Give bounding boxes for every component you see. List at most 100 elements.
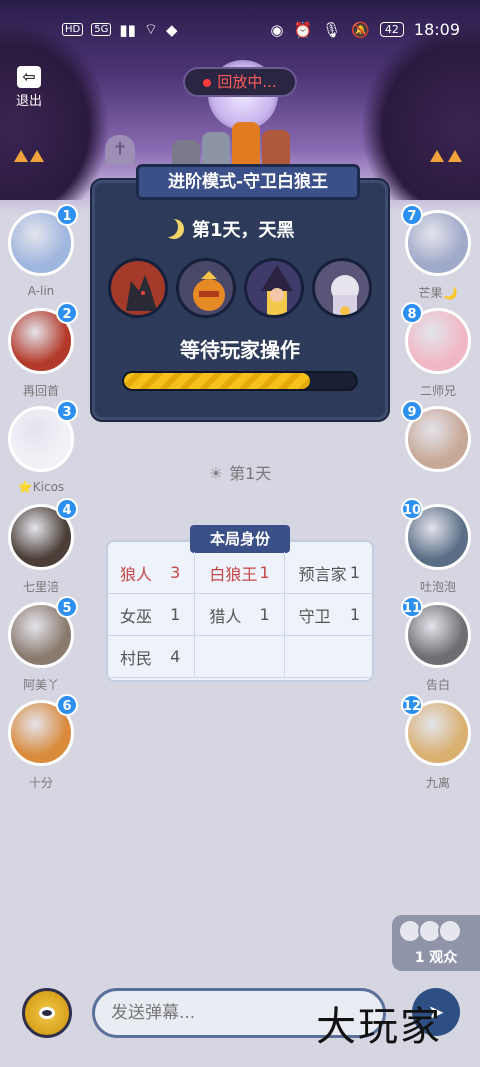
witch-portrait-icon	[244, 258, 304, 318]
pumpkin-icon	[30, 150, 44, 162]
seat-number-badge: 3	[56, 400, 78, 422]
player-seat[interactable]: 7 芒果🌙	[401, 204, 473, 301]
identity-cell: 白狼王 1	[195, 552, 285, 594]
hd-icon: HD	[62, 23, 84, 36]
player-name: 芒果🌙	[418, 286, 458, 300]
player-seat[interactable]: 10 吐泡泡	[401, 498, 473, 595]
identity-cell: 守卫 1	[284, 594, 374, 636]
role-count: 1	[349, 605, 360, 624]
hero-figure	[232, 122, 260, 170]
player-name: 十分	[28, 776, 53, 790]
player-seat[interactable]: 6 十分	[6, 694, 78, 791]
player-name: 再回首	[22, 384, 59, 398]
player-seat[interactable]: 5 阿美丫	[6, 596, 78, 693]
signal-icon: ▮▮	[119, 20, 136, 39]
seat-number-badge: 7	[401, 204, 423, 226]
battery-icon: 42	[379, 22, 404, 37]
mic-icon: 🎙	[322, 20, 342, 39]
role-name: 女巫	[120, 606, 153, 626]
seer-portrait-icon	[312, 258, 372, 318]
identity-cell	[284, 636, 374, 678]
seat-number-badge: 9	[401, 400, 423, 422]
werewolf-portrait-icon	[108, 258, 168, 318]
seat-number-badge: 8	[401, 302, 423, 324]
spectator-count-button[interactable]: 1 观众	[392, 915, 480, 971]
network-5g-icon: 5G	[91, 23, 112, 36]
pumpkin-icon	[448, 150, 462, 162]
role-count: 4	[170, 647, 181, 666]
seat-number-badge: 4	[56, 498, 78, 520]
player-seat[interactable]: 8 二师兄	[401, 302, 473, 399]
seat-number-badge: 10	[401, 498, 423, 520]
role-name: 村民	[120, 648, 153, 668]
mute-icon: 🔕	[351, 20, 370, 39]
role-count: 1	[349, 563, 360, 582]
player-seat[interactable]: 4 七里涪	[6, 498, 78, 595]
sun-icon: ☀	[208, 464, 224, 483]
spectator-avatar	[438, 919, 462, 943]
player-name: 告白	[425, 678, 450, 692]
player-seat[interactable]: 12 九离	[401, 694, 473, 791]
alarm-icon: ⏰	[293, 20, 313, 39]
app-notify-icon: ◆	[165, 20, 178, 39]
exit-button[interactable]: ⇦ 退出	[10, 66, 48, 110]
day-phase: 第1天，天黑	[164, 216, 324, 242]
player-name: 二师兄	[419, 384, 456, 398]
seat-number-badge: 2	[56, 302, 78, 324]
role-count: 1	[259, 563, 270, 582]
identity-cell	[195, 636, 285, 678]
progress-fill	[124, 373, 310, 389]
identity-cell: 预言家 1	[284, 552, 374, 594]
hero-characters	[172, 118, 304, 170]
identity-table: 狼人 3 白狼王 1 预言家 1 女巫 1 猎人 1 守卫 1 村民 4	[106, 552, 374, 678]
action-progress-bar	[122, 371, 358, 391]
day-separator: ☀ 第1天	[160, 460, 320, 484]
role-name: 狼人	[120, 564, 153, 584]
exit-label: 退出	[15, 94, 42, 109]
seat-number-badge: 5	[56, 596, 78, 618]
pumpkin-icon	[430, 150, 444, 162]
replay-indicator[interactable]: 回放中...	[183, 67, 297, 97]
clock: 18:09	[413, 20, 460, 39]
role-name: 守卫	[298, 606, 331, 626]
player-name: 九离	[425, 776, 450, 790]
white-wolf-king-portrait-icon	[176, 258, 236, 318]
spectator-count: 1 观众	[414, 950, 458, 966]
player-seat[interactable]: 1 A-lin	[6, 204, 78, 298]
seat-number-badge: 1	[56, 204, 78, 226]
eye-icon: ◉	[270, 20, 284, 39]
identity-title: 本局身份	[190, 525, 290, 553]
role-count: 3	[170, 563, 181, 582]
replay-label: 回放中...	[217, 73, 277, 91]
wifi-icon: ⌔	[143, 20, 158, 38]
player-name: 阿美丫	[22, 678, 59, 692]
recording-dot-icon	[203, 78, 212, 87]
mode-title: 进阶模式-守卫白狼王	[136, 164, 360, 200]
player-name: 吐泡泡	[419, 580, 456, 594]
player-seat[interactable]: 2 再回首	[6, 302, 78, 399]
identity-cell: 女巫 1	[106, 594, 196, 636]
eye-view-button[interactable]	[22, 988, 72, 1038]
player-seat[interactable]: 11 告白	[401, 596, 473, 693]
seat-number-badge: 11	[401, 596, 423, 618]
player-name: ⭐Kicos	[17, 480, 65, 494]
exit-icon: ⇦	[17, 66, 41, 88]
player-name: A-lin	[27, 284, 55, 298]
identity-cell: 猎人 1	[195, 594, 285, 636]
player-seat[interactable]: 9	[401, 400, 473, 480]
day-phase-text: 第1天，天黑	[192, 220, 295, 241]
role-name: 预言家	[298, 564, 347, 584]
role-name: 猎人	[209, 606, 242, 626]
moon-icon	[164, 219, 184, 239]
watermark: 大玩家	[316, 1004, 442, 1050]
pumpkin-icon	[14, 150, 28, 162]
status-bar: HD 5G ▮▮ ⌔ ◆ ◉ ⏰ 🎙 🔕 42 18:09	[0, 0, 480, 58]
role-count: 1	[259, 605, 270, 624]
waiting-status: 等待玩家操作	[180, 338, 300, 362]
player-seat[interactable]: 3 ⭐Kicos	[6, 400, 78, 494]
gravestone-graphic: ✝	[105, 135, 135, 165]
player-name: 七里涪	[22, 580, 59, 594]
role-portraits	[108, 258, 372, 326]
seat-number-badge: 6	[56, 694, 78, 716]
identity-cell: 村民 4	[106, 636, 196, 678]
